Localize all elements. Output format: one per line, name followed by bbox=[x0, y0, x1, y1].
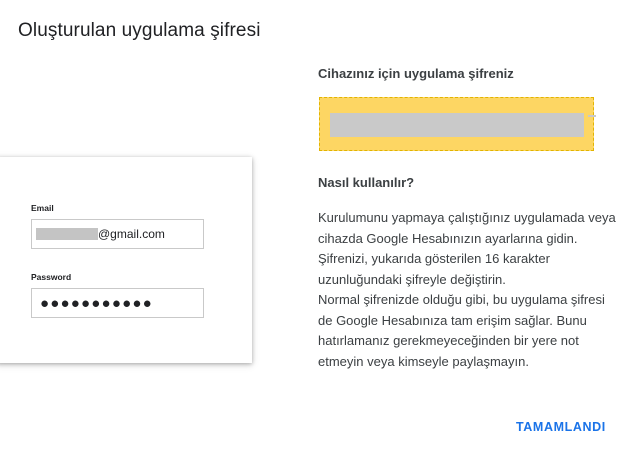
password-field: ●●●●●●●●●●● bbox=[31, 288, 204, 318]
password-label: Password bbox=[31, 272, 72, 282]
app-password-redaction bbox=[330, 113, 584, 137]
app-password-redaction-tail bbox=[588, 115, 596, 117]
dialog-title: Oluşturulan uygulama şifresi bbox=[18, 20, 261, 41]
email-domain: @gmail.com bbox=[98, 227, 165, 241]
email-field: @gmail.com bbox=[31, 219, 204, 249]
email-label: Email bbox=[31, 203, 54, 213]
done-button[interactable]: TAMAMLANDI bbox=[512, 418, 610, 436]
app-password-panel[interactable] bbox=[319, 97, 596, 151]
app-password-heading: Cihazınız için uygulama şifreniz bbox=[318, 66, 514, 81]
sample-login-card: Email @gmail.com Password ●●●●●●●●●●● bbox=[0, 157, 252, 363]
email-redaction bbox=[36, 228, 98, 240]
password-dots: ●●●●●●●●●●● bbox=[40, 295, 153, 312]
how-to-instructions: Kurulumunu yapmaya çalıştığınız uygulama… bbox=[318, 210, 616, 369]
how-to-heading: Nasıl kullanılır? bbox=[318, 175, 415, 190]
